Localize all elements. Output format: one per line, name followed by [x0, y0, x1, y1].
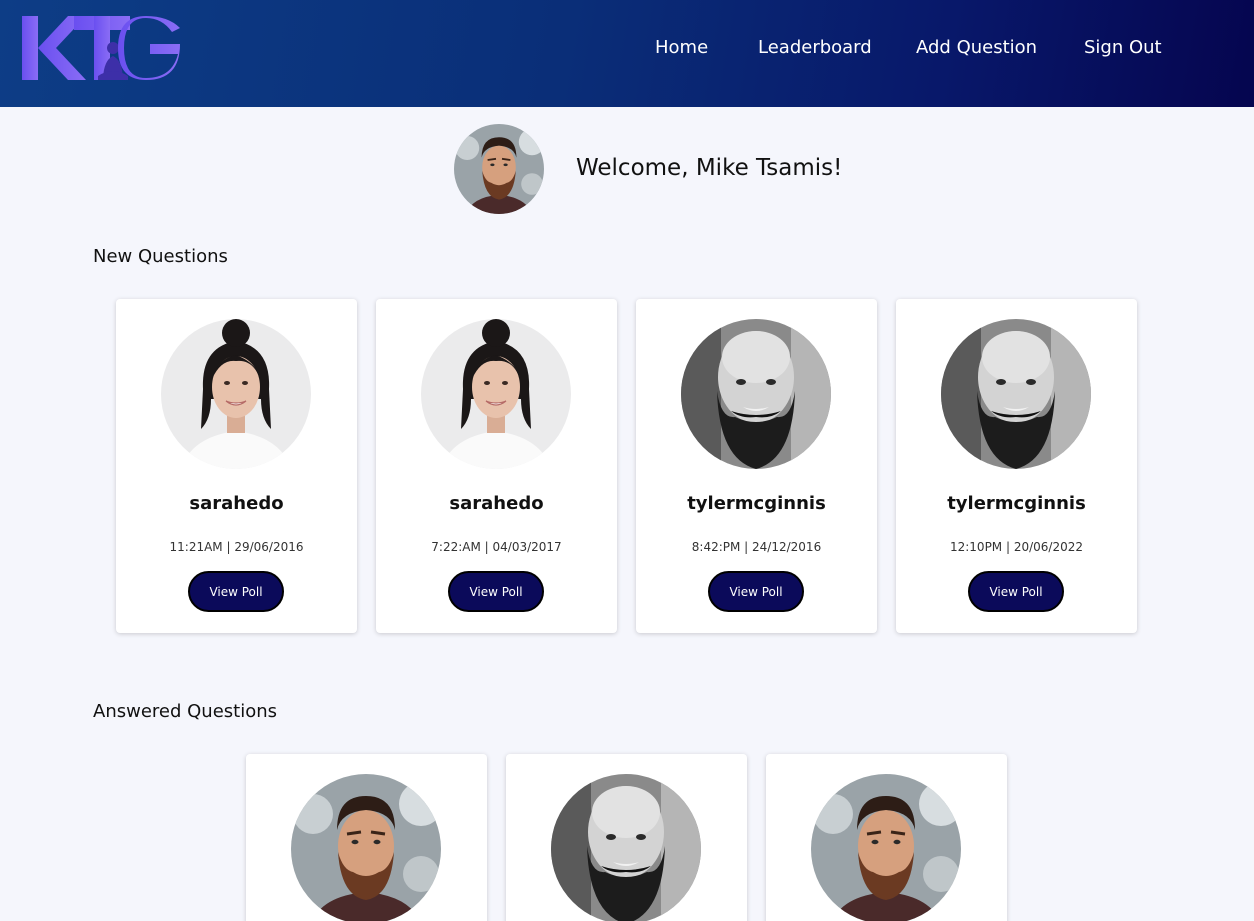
card-avatar [941, 319, 1091, 469]
question-card: sarahedo 11:21AM | 29/06/2016 View Poll [116, 299, 357, 633]
woman-avatar-icon [161, 319, 311, 469]
current-user-avatar [454, 124, 544, 214]
nav-sign-out-link[interactable]: Sign Out [1084, 36, 1162, 60]
card-timestamp: 7:22:AM | 04/03/2017 [431, 540, 562, 554]
question-card: sarahedo 7:22:AM | 04/03/2017 View Poll [376, 299, 617, 633]
bearded-man-avatar-icon [941, 319, 1091, 469]
welcome-message: Welcome, Mike Tsamis! [576, 155, 843, 181]
card-avatar [811, 774, 961, 921]
new-questions-heading: New Questions [93, 246, 228, 267]
card-username: sarahedo [449, 493, 544, 514]
card-timestamp: 8:42:PM | 24/12/2016 [691, 540, 822, 554]
answered-question-card [766, 754, 1007, 921]
card-username: tylermcginnis [947, 493, 1086, 514]
view-poll-button[interactable]: View Poll [968, 571, 1064, 612]
card-username: sarahedo [189, 493, 284, 514]
ktg-logo-icon [22, 16, 180, 80]
answered-question-card [506, 754, 747, 921]
card-timestamp: 12:10PM | 20/06/2022 [949, 540, 1083, 554]
answered-questions-heading: Answered Questions [93, 701, 278, 722]
view-poll-button[interactable]: View Poll [188, 571, 284, 612]
view-poll-button[interactable]: View Poll [448, 571, 544, 612]
man-avatar-icon [454, 124, 544, 214]
ktg-logo[interactable] [22, 14, 182, 82]
view-poll-button[interactable]: View Poll [708, 571, 804, 612]
card-avatar [551, 774, 701, 921]
bearded-man-avatar-icon [681, 319, 831, 469]
card-avatar [291, 774, 441, 921]
card-timestamp: 11:21AM | 29/06/2016 [169, 540, 304, 554]
question-card: tylermcginnis 12:10PM | 20/06/2022 View … [896, 299, 1137, 633]
card-avatar [161, 319, 311, 469]
card-avatar [421, 319, 571, 469]
answered-question-card [246, 754, 487, 921]
bearded-man-avatar-icon [551, 774, 701, 921]
man-avatar-icon [811, 774, 961, 921]
navbar: Home Leaderboard Add Question Sign Out [0, 0, 1254, 107]
man-avatar-icon [291, 774, 441, 921]
question-card: tylermcginnis 8:42:PM | 24/12/2016 View … [636, 299, 877, 633]
card-avatar [681, 319, 831, 469]
nav-home-link[interactable]: Home [655, 36, 708, 60]
woman-avatar-icon [421, 319, 571, 469]
nav-leaderboard-link[interactable]: Leaderboard [758, 36, 872, 60]
card-username: tylermcginnis [687, 493, 826, 514]
nav-add-question-link[interactable]: Add Question [916, 36, 1037, 60]
